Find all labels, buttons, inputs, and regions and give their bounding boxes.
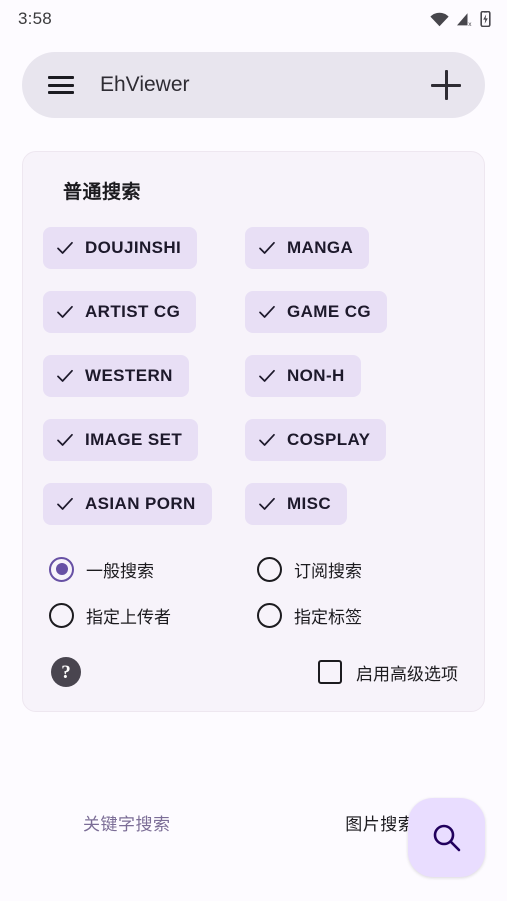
radio-button-icon bbox=[257, 556, 282, 582]
chip-label: ARTIST CG bbox=[85, 302, 181, 321]
card-title: 普通搜索 bbox=[63, 182, 142, 203]
chip-cell: ARTIST CG bbox=[43, 291, 245, 333]
radio-label: 一般搜索 bbox=[86, 561, 154, 581]
chip-label: GAME CG bbox=[287, 302, 372, 321]
search-icon bbox=[430, 821, 464, 855]
category-chip-western[interactable]: WESTERN bbox=[43, 355, 189, 397]
radio-button-icon bbox=[49, 602, 74, 628]
chip-label: MISC bbox=[287, 494, 332, 513]
card-footer: ? 启用高级选项 bbox=[43, 655, 464, 689]
svg-text:x: x bbox=[468, 21, 472, 27]
category-chip-manga[interactable]: MANGA bbox=[245, 227, 370, 269]
search-mode-radio-group: 一般搜索 订阅搜索 指定上传者 指定标签 bbox=[43, 551, 464, 633]
plus-icon[interactable] bbox=[431, 70, 461, 100]
category-chip-misc[interactable]: MISC bbox=[245, 483, 348, 525]
radio-button-icon bbox=[257, 602, 282, 628]
chip-label: WESTERN bbox=[85, 366, 173, 385]
status-icons: x bbox=[430, 11, 491, 27]
app-bar: EhViewer bbox=[22, 52, 485, 118]
app-title: EhViewer bbox=[100, 73, 190, 96]
chip-cell: GAME CG bbox=[245, 291, 464, 333]
radio-label: 订阅搜索 bbox=[294, 561, 362, 581]
checkbox-icon bbox=[318, 660, 342, 684]
check-icon bbox=[56, 303, 74, 321]
chip-label: COSPLAY bbox=[287, 430, 371, 449]
tab-keyword-search[interactable]: 关键字搜索 bbox=[0, 810, 254, 835]
advanced-options-label: 启用高级选项 bbox=[356, 664, 458, 684]
appbar-container: EhViewer bbox=[0, 38, 507, 118]
chip-label: ASIAN PORN bbox=[85, 494, 196, 513]
radio-specify-uploader[interactable]: 指定上传者 bbox=[49, 597, 257, 633]
chip-cell: DOUJINSHI bbox=[43, 227, 245, 269]
battery-charging-icon bbox=[480, 11, 491, 27]
check-icon bbox=[56, 431, 74, 449]
chip-label: NON-H bbox=[287, 366, 345, 385]
radio-subscription-search[interactable]: 订阅搜索 bbox=[257, 551, 464, 587]
check-icon bbox=[56, 367, 74, 385]
chip-label: MANGA bbox=[287, 238, 354, 257]
check-icon bbox=[258, 431, 276, 449]
radio-normal-search[interactable]: 一般搜索 bbox=[49, 551, 257, 587]
chip-label: DOUJINSHI bbox=[85, 238, 182, 257]
cellular-signal-off-icon: x bbox=[456, 12, 473, 27]
normal-search-card: 普通搜索 DOUJINSHI MANGA ARTIST CG GAME CG W… bbox=[22, 151, 485, 712]
check-icon bbox=[258, 367, 276, 385]
hamburger-menu-icon[interactable] bbox=[48, 76, 74, 94]
advanced-options-toggle[interactable]: 启用高级选项 bbox=[318, 660, 458, 685]
radio-label: 指定标签 bbox=[294, 607, 362, 627]
chip-label: IMAGE SET bbox=[85, 430, 183, 449]
check-icon bbox=[56, 239, 74, 257]
radio-specify-tag[interactable]: 指定标签 bbox=[257, 597, 464, 633]
chip-cell: WESTERN bbox=[43, 355, 245, 397]
radio-label: 指定上传者 bbox=[86, 607, 171, 627]
chip-cell: NON-H bbox=[245, 355, 464, 397]
category-chip-non-h[interactable]: NON-H bbox=[245, 355, 361, 397]
search-fab[interactable] bbox=[408, 798, 485, 877]
status-time: 3:58 bbox=[18, 9, 52, 28]
chip-cell: IMAGE SET bbox=[43, 419, 245, 461]
check-icon bbox=[258, 303, 276, 321]
check-icon bbox=[258, 495, 276, 513]
chip-cell: MANGA bbox=[245, 227, 464, 269]
category-chip-cosplay[interactable]: COSPLAY bbox=[245, 419, 387, 461]
category-chip-doujinshi[interactable]: DOUJINSHI bbox=[43, 227, 198, 269]
radio-button-icon bbox=[49, 556, 74, 582]
help-icon[interactable]: ? bbox=[51, 657, 81, 687]
category-chip-game-cg[interactable]: GAME CG bbox=[245, 291, 388, 333]
check-icon bbox=[258, 239, 276, 257]
category-chip-artist-cg[interactable]: ARTIST CG bbox=[43, 291, 197, 333]
chip-cell: ASIAN PORN bbox=[43, 483, 245, 525]
category-chip-image-set[interactable]: IMAGE SET bbox=[43, 419, 199, 461]
status-bar: 3:58 x bbox=[0, 0, 507, 38]
chip-cell: MISC bbox=[245, 483, 464, 525]
check-icon bbox=[56, 495, 74, 513]
chip-cell: COSPLAY bbox=[245, 419, 464, 461]
wifi-icon bbox=[430, 12, 449, 27]
category-chip-asian-porn[interactable]: ASIAN PORN bbox=[43, 483, 212, 525]
category-chip-grid: DOUJINSHI MANGA ARTIST CG GAME CG WESTER… bbox=[43, 227, 464, 525]
